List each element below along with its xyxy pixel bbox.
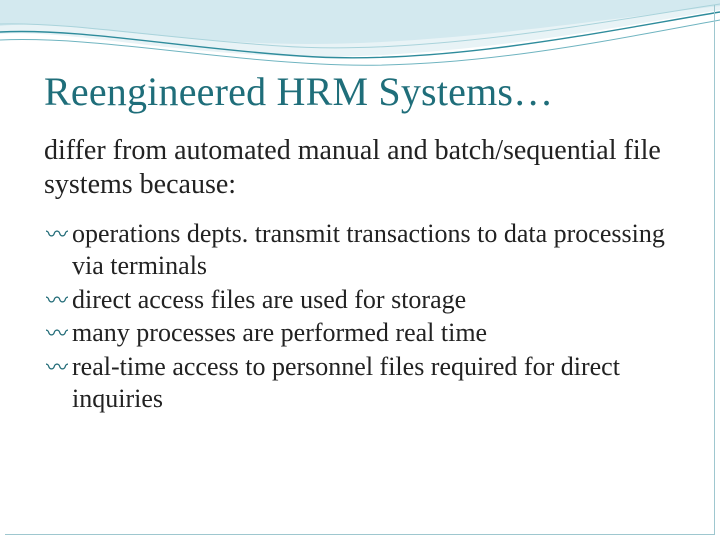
bullet-text: direct access files are used for storage [72, 284, 676, 316]
wave-bullet-icon: 〰 [46, 321, 68, 348]
list-item: 〰 many processes are performed real time [46, 317, 676, 349]
list-item: 〰 operations depts. transmit transaction… [46, 218, 676, 281]
bullet-text: real-time access to personnel files requ… [72, 351, 676, 414]
wave-bullet-icon: 〰 [46, 288, 68, 315]
list-item: 〰 real-time access to personnel files re… [46, 351, 676, 414]
slide-subtitle: differ from automated manual and batch/s… [44, 134, 676, 202]
bullet-text: many processes are performed real time [72, 317, 676, 349]
bullet-text: operations depts. transmit transactions … [72, 218, 676, 281]
wave-bullet-icon: 〰 [46, 355, 68, 382]
bullet-list: 〰 operations depts. transmit transaction… [44, 218, 676, 414]
slide-container: Reengineered HRM Systems… differ from au… [0, 0, 720, 540]
list-item: 〰 direct access files are used for stora… [46, 284, 676, 316]
slide-title: Reengineered HRM Systems… [44, 70, 676, 114]
wave-bullet-icon: 〰 [46, 222, 68, 249]
